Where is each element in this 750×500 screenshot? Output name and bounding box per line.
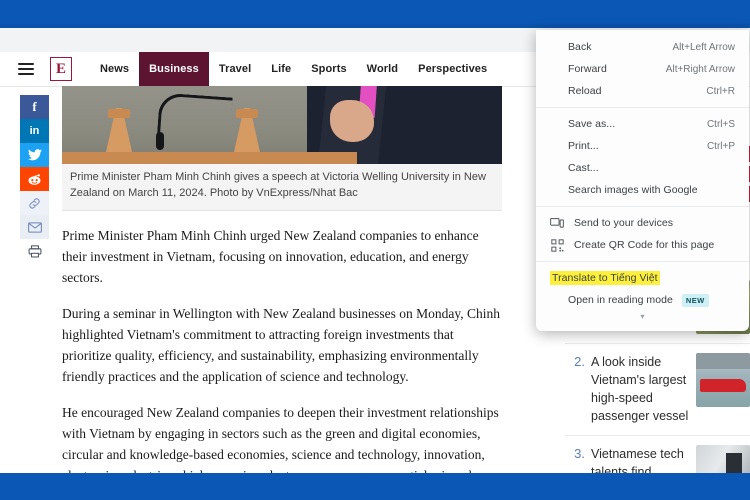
- article-paragraph: Prime Minister Pham Minh Chinh urged New…: [62, 227, 479, 285]
- devices-icon: [550, 216, 564, 230]
- browser-window: e.vnexpress.net/news/business/economy/pm…: [0, 0, 750, 500]
- menu-item-label: Back: [568, 41, 592, 53]
- article-column: Prime Minister Pham Minh Chinh gives a s…: [62, 86, 502, 500]
- menu-item-label: Cast...: [568, 162, 599, 174]
- nav-item-perspectives[interactable]: Perspectives: [408, 52, 497, 86]
- menu-item-shortcut: Alt+Right Arrow: [665, 63, 735, 75]
- menu-separator: [536, 206, 749, 207]
- twitter-icon[interactable]: [20, 143, 49, 167]
- nav-item-sports[interactable]: Sports: [301, 52, 356, 86]
- menu-item-forward[interactable]: Forward Alt+Right Arrow: [536, 58, 749, 80]
- menu-item-label: Translate to Tiếng Việt: [550, 271, 660, 285]
- chevron-down-icon[interactable]: ▾: [536, 313, 749, 323]
- taskbar: [0, 473, 750, 500]
- article-paragraph: During a seminar in Wellington with New …: [62, 306, 500, 385]
- facebook-icon[interactable]: f: [20, 95, 49, 119]
- article-body: Prime Minister Pham Minh Chinh urged New…: [62, 225, 502, 500]
- list-item-number: 2.: [574, 354, 585, 369]
- menu-item-label: Open in reading mode: [568, 294, 673, 306]
- menu-item-shortcut: Alt+Left Arrow: [672, 41, 735, 53]
- menu-separator: [536, 261, 749, 262]
- new-badge: NEW: [681, 293, 709, 307]
- menu-item-label: Forward: [568, 63, 607, 75]
- share-rail: f in: [20, 95, 49, 263]
- list-item-title[interactable]: A look inside Vietnam's largest high-spe…: [591, 353, 696, 426]
- nav-item-world[interactable]: World: [357, 52, 408, 86]
- menu-item-search-images[interactable]: Search images with Google: [536, 179, 749, 201]
- list-item[interactable]: 2. A look inside Vietnam's largest high-…: [565, 343, 750, 435]
- linkedin-icon[interactable]: in: [20, 119, 49, 143]
- menu-item-send-to-devices[interactable]: Send to your devices: [536, 212, 749, 234]
- menu-item-back[interactable]: Back Alt+Left Arrow: [536, 36, 749, 58]
- menu-item-label: Create QR Code for this page: [574, 239, 715, 251]
- photo-caption: Prime Minister Pham Minh Chinh gives a s…: [62, 164, 502, 211]
- reddit-icon[interactable]: [20, 167, 49, 191]
- hamburger-icon[interactable]: [18, 63, 34, 75]
- nav-items: News Business Travel Life Sports World P…: [90, 52, 497, 86]
- menu-item-shortcut: Ctrl+R: [706, 85, 735, 97]
- menu-item-shortcut: Ctrl+S: [706, 118, 735, 130]
- menu-item-label: Save as...: [568, 118, 616, 130]
- menu-item-label: Send to your devices: [574, 217, 674, 229]
- nav-item-news[interactable]: News: [90, 52, 139, 86]
- menu-item-shortcut: Ctrl+P: [706, 140, 735, 152]
- menu-item-reading-mode[interactable]: Open in reading mode NEW: [536, 289, 749, 311]
- vnexpress-logo[interactable]: E: [50, 57, 72, 81]
- menu-item-label: Search images with Google: [568, 184, 698, 196]
- menu-item-reload[interactable]: Reload Ctrl+R: [536, 80, 749, 102]
- menu-item-create-qr-code[interactable]: Create QR Code for this page: [536, 234, 749, 256]
- link-icon[interactable]: [20, 191, 49, 215]
- list-item-thumbnail[interactable]: [696, 353, 750, 407]
- menu-item-label: Reload: [568, 85, 602, 97]
- context-menu[interactable]: Back Alt+Left Arrow Forward Alt+Right Ar…: [536, 30, 749, 331]
- nav-item-life[interactable]: Life: [261, 52, 301, 86]
- nav-item-business[interactable]: Business: [139, 52, 209, 86]
- nav-item-travel[interactable]: Travel: [209, 52, 261, 86]
- article-hero-photo: [62, 86, 502, 164]
- menu-item-translate[interactable]: Translate to Tiếng Việt: [536, 267, 749, 289]
- email-icon[interactable]: [20, 215, 49, 239]
- print-icon[interactable]: [20, 239, 49, 263]
- qr-code-icon: [550, 238, 564, 252]
- menu-item-print[interactable]: Print... Ctrl+P: [536, 135, 749, 157]
- menu-item-cast[interactable]: Cast...: [536, 157, 749, 179]
- menu-item-label: Print...: [568, 140, 599, 152]
- menu-separator: [536, 107, 749, 108]
- menu-item-save-as[interactable]: Save as... Ctrl+S: [536, 113, 749, 135]
